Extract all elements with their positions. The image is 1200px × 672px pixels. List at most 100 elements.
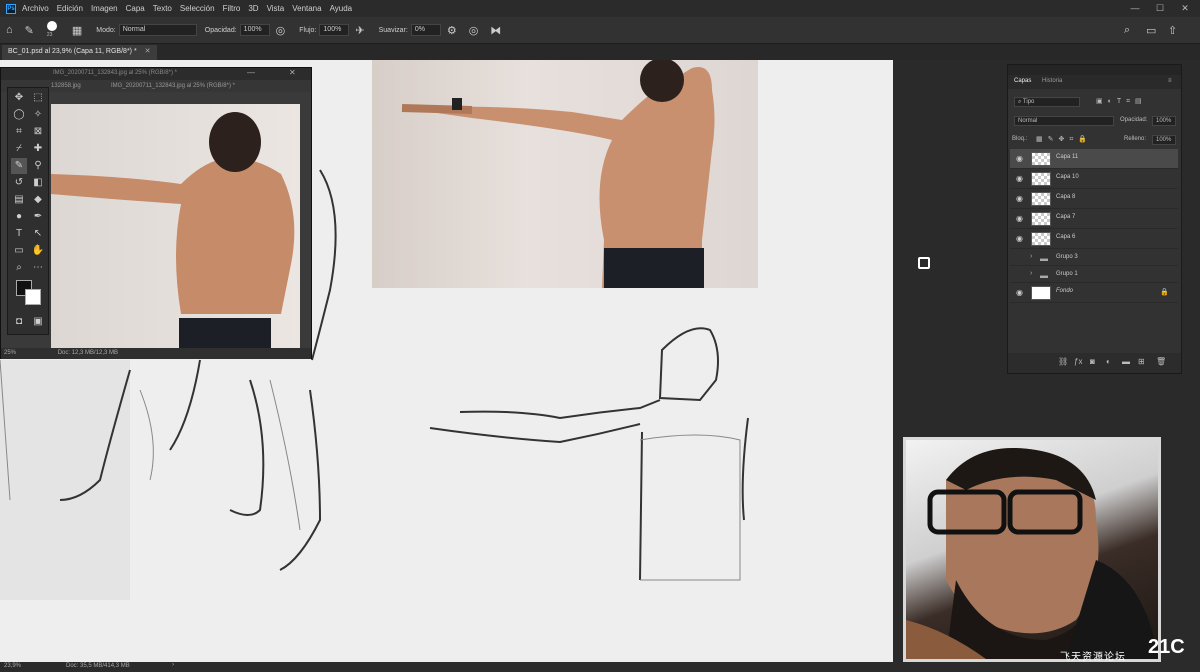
pressure-opacity-icon[interactable]: ◎	[276, 24, 286, 37]
document-tab[interactable]: BC_01.psd al 23,9% (Capa 11, RGB/8*) * ✕	[2, 45, 157, 60]
visibility-eye-icon[interactable]: ◉	[1016, 288, 1023, 297]
flow-field[interactable]: 100%	[319, 24, 350, 36]
marquee-tool-icon[interactable]: ⬚	[30, 90, 46, 106]
layer-row-capa-10[interactable]: ◉ Capa 10	[1010, 169, 1178, 189]
blend-mode-select[interactable]: Normal	[1014, 116, 1114, 126]
menu-seleccion[interactable]: Selección	[180, 4, 215, 13]
tab-layers[interactable]: Capas	[1014, 78, 1031, 84]
layer-row-capa-7[interactable]: ◉ Capa 7	[1010, 209, 1178, 229]
visibility-eye-icon[interactable]: ◉	[1016, 214, 1023, 223]
home-icon[interactable]: ⌂	[6, 24, 13, 36]
filter-icons[interactable]: ▣◐T⌗▤	[1096, 97, 1147, 106]
pressure-size-icon[interactable]: ◎	[469, 24, 479, 37]
floating-window-tab-a[interactable]: 132858.jpg	[51, 83, 81, 89]
magic-wand-icon[interactable]: ✧	[30, 107, 46, 123]
visibility-eye-icon[interactable]: ◉	[1016, 174, 1023, 183]
new-layer-icon[interactable]: ⊞	[1138, 357, 1145, 366]
gear-icon[interactable]: ⚙	[447, 24, 457, 37]
floating-window-minimize-icon[interactable]: —	[247, 68, 255, 77]
screen-mode-icon[interactable]: ▣	[30, 314, 46, 330]
lasso-tool-icon[interactable]: ◯	[11, 107, 27, 123]
zoom-tool-icon[interactable]: ⌕	[11, 260, 27, 276]
frame-tool-icon[interactable]: ⊠	[30, 124, 46, 140]
eyedropper-icon[interactable]: ⌿	[11, 141, 27, 157]
menu-texto[interactable]: Texto	[153, 4, 172, 13]
type-tool-icon[interactable]: T	[11, 226, 27, 242]
layer-row-capa-11[interactable]: ◉ Capa 11	[1010, 149, 1178, 169]
menu-ayuda[interactable]: Ayuda	[330, 4, 353, 13]
floating-window-tab-b[interactable]: IMG_20200711_132843.jpg al 25% (RGB/8*) …	[111, 83, 235, 89]
minimize-button[interactable]: —	[1128, 2, 1142, 14]
layers-panel-header[interactable]	[1008, 65, 1181, 75]
stamp-tool-icon[interactable]: ⚲	[30, 158, 46, 174]
layer-row-capa-6[interactable]: ◉ Capa 6	[1010, 229, 1178, 249]
layer-row-grupo-3[interactable]: › ▬ Grupo 3	[1010, 249, 1178, 266]
visibility-eye-icon[interactable]: ◉	[1016, 194, 1023, 203]
menu-capa[interactable]: Capa	[126, 4, 145, 13]
floating-window-zoom[interactable]: 25%	[4, 350, 16, 356]
layer-fill-field[interactable]: 100%	[1152, 135, 1176, 145]
path-select-icon[interactable]: ↖	[30, 226, 46, 242]
layer-filter-select[interactable]: ⌕ Tipo	[1014, 97, 1080, 107]
opacity-field[interactable]: 100%	[239, 24, 270, 36]
adjustment-layer-icon[interactable]: ◐	[1106, 357, 1111, 366]
menu-ventana[interactable]: Ventana	[292, 4, 321, 13]
fx-icon[interactable]: ƒx	[1074, 357, 1082, 366]
menu-vista[interactable]: Vista	[267, 4, 285, 13]
brush-tool-icon-active[interactable]: ✎	[11, 158, 27, 174]
crop-tool-icon[interactable]: ⌗	[11, 124, 27, 140]
menu-edicion[interactable]: Edición	[57, 4, 83, 13]
status-arrow-icon[interactable]: ›	[172, 662, 174, 668]
menu-3d[interactable]: 3D	[248, 4, 258, 13]
new-group-icon[interactable]: ▬	[1122, 357, 1130, 366]
menu-imagen[interactable]: Imagen	[91, 4, 118, 13]
workspace-icon[interactable]: ▭	[1146, 24, 1156, 37]
layer-row-fondo[interactable]: ◉ Fondo 🔒	[1010, 283, 1178, 303]
expand-chevron-icon[interactable]: ›	[1030, 270, 1032, 277]
add-mask-icon[interactable]: ◙	[1090, 357, 1095, 366]
move-tool-icon[interactable]: ✥	[11, 90, 27, 106]
link-layers-icon[interactable]: ⛓	[1058, 357, 1068, 366]
pen-tool-icon[interactable]: ✒	[30, 209, 46, 225]
brush-tool-icon[interactable]: ✎	[25, 24, 34, 37]
layer-row-grupo-1[interactable]: › ▬ Grupo 1	[1010, 266, 1178, 283]
trash-icon[interactable]: 🗑	[1156, 357, 1166, 366]
eraser-icon[interactable]: ◧	[30, 175, 46, 191]
search-icon[interactable]: ⌕	[1124, 24, 1130, 37]
gradient-tool-icon[interactable]: ▤	[11, 192, 27, 208]
menu-archivo[interactable]: Archivo	[22, 4, 49, 13]
background-color-swatch[interactable]	[25, 289, 41, 305]
brush-preset-picker[interactable]: 23	[44, 20, 62, 40]
layer-opacity-field[interactable]: 100%	[1152, 116, 1176, 126]
close-button[interactable]: ✕	[1178, 2, 1192, 14]
history-brush-icon[interactable]: ↺	[11, 175, 27, 191]
tab-history[interactable]: Historia	[1042, 78, 1062, 84]
status-zoom[interactable]: 23,9%	[4, 663, 21, 669]
share-icon[interactable]: ⇧	[1168, 24, 1177, 37]
maximize-button[interactable]: ☐	[1153, 2, 1167, 14]
panel-menu-icon[interactable]: ≡	[1168, 78, 1172, 84]
quick-mask-icon[interactable]: ◘	[11, 314, 27, 330]
healing-brush-icon[interactable]: ✚	[30, 141, 46, 157]
visibility-eye-icon[interactable]: ◉	[1016, 234, 1023, 243]
airbrush-icon[interactable]: ✈	[355, 24, 364, 37]
shape-tool-icon[interactable]: ▭	[11, 243, 27, 259]
visibility-eye-icon[interactable]: ◉	[1016, 154, 1023, 163]
mode-select[interactable]: Normal	[118, 24, 197, 36]
dodge-tool-icon[interactable]: ●	[11, 209, 27, 225]
blur-tool-icon[interactable]: ◆	[30, 192, 46, 208]
more-tools-icon[interactable]: ⋯	[30, 260, 46, 276]
lock-icons[interactable]: ▦✎✥⌗🔒	[1036, 135, 1092, 144]
expand-chevron-icon[interactable]: ›	[1030, 253, 1032, 260]
layer-row-capa-8[interactable]: ◉ Capa 8	[1010, 189, 1178, 209]
symmetry-icon[interactable]: ⧓	[490, 24, 501, 37]
menu-filtro[interactable]: Filtro	[223, 4, 241, 13]
hand-tool-icon[interactable]: ✋	[30, 243, 46, 259]
document-tab-close-icon[interactable]: ✕	[145, 48, 151, 55]
layer-name: Grupo 1	[1056, 271, 1078, 277]
brush-settings-icon[interactable]: ▦	[72, 24, 82, 37]
floating-window-tab[interactable]: IMG_20200711_132843.jpg al 25% (RGB/8*) …	[53, 70, 177, 76]
floating-window-titlebar[interactable]: IMG_20200711_132843.jpg al 25% (RGB/8*) …	[1, 68, 311, 80]
floating-window-close-icon[interactable]: ✕	[289, 68, 296, 77]
smooth-field[interactable]: 0%	[410, 24, 441, 36]
